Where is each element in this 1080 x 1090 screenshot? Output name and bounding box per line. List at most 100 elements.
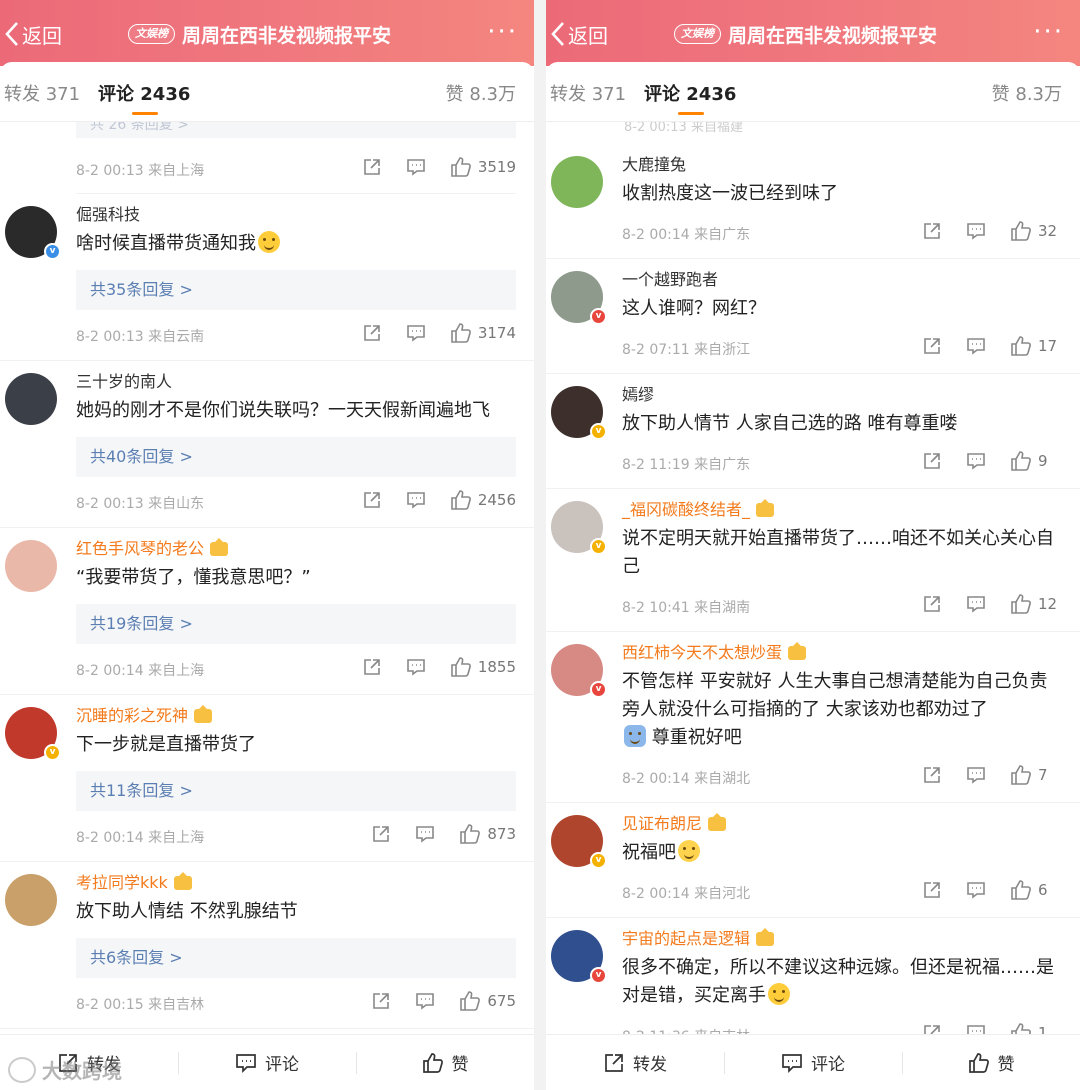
bottom-like-button[interactable]: 赞 [902,1050,1080,1075]
like-button[interactable]: 3174 [450,322,516,344]
back-button[interactable]: 返回 [550,18,608,50]
bottom-comment-button[interactable]: 评论 [724,1050,902,1075]
comment-item[interactable]: v 宇宙的起点是逻辑 很多不确定，所以不建议这种远嫁。但还是祝福……是对是错，买定离… [546,918,1080,1034]
comment-icon[interactable] [966,336,986,356]
username[interactable]: 一个越野跑者 [622,269,1062,291]
comment-icon[interactable] [406,157,426,177]
comment-item[interactable]: v 嫣缪 放下助人情节 人家自己选的路 唯有尊重喽 8-2 11:19 来自广东 9 [546,374,1080,489]
share-icon[interactable] [371,824,391,844]
like-button[interactable]: 7 [1010,764,1062,786]
comment-icon[interactable] [415,824,435,844]
like-button[interactable]: 2456 [450,489,516,511]
comment-icon[interactable] [415,991,435,1011]
avatar[interactable]: v [551,386,607,440]
avatar[interactable]: v [551,644,607,698]
comment-list[interactable]: 8-2 00:13 来自福建 大鹿撞兔 收割热度这一波已经到味了 8-2 00:14… [546,122,1080,1034]
avatar[interactable]: v [551,815,607,869]
comment-icon[interactable] [966,765,986,785]
tab-repost[interactable]: 转发 371 [550,80,626,106]
bottom-repost-button[interactable]: 转发 [546,1050,724,1075]
comment-icon[interactable] [966,594,986,614]
like-button[interactable]: 32 [1010,220,1062,242]
avatar[interactable]: v [551,930,607,984]
view-replies-link[interactable]: 共19条回复 > [76,604,516,644]
comment-item[interactable]: v 西红柿今天不太想炒蛋 不管怎样 平安就好 人生大事自己想清楚能为自己负责旁人就没… [546,632,1080,803]
share-icon[interactable] [922,336,942,356]
comment-icon[interactable] [406,323,426,343]
comment-icon[interactable] [966,880,986,900]
like-button[interactable]: 17 [1010,335,1062,357]
comment-icon[interactable] [406,657,426,677]
like-button[interactable]: 3519 [450,156,516,178]
comment-item[interactable]: v 见证布朗尼 祝福吧 8-2 00:14 来自河北 6 [546,803,1080,918]
back-button[interactable]: 返回 [4,18,62,50]
comment-item[interactable]: 考拉同学kkk 放下助人情结 不然乳腺结节 共6条回复 >8-2 00:15 来自吉… [0,862,534,1029]
avatar[interactable]: v [551,271,607,325]
like-button[interactable]: 1 [1010,1022,1062,1034]
hot-list-tag[interactable]: 文娱榜 [674,24,721,44]
username[interactable]: 宇宙的起点是逻辑 [622,928,1062,950]
avatar[interactable]: v [5,707,61,761]
share-icon[interactable] [922,221,942,241]
comment-item[interactable]: 红色手风琴的老公 “我要带货了，懂我意思吧？” 共19条回复 >8-2 00:14 … [0,528,534,695]
avatar[interactable] [5,874,57,926]
view-replies-link[interactable]: 共35条回复 > [76,270,516,310]
tab-like[interactable]: 赞 8.3万 [446,80,516,106]
comment-item[interactable]: 三十岁的南人 她妈的刚才不是你们说失联吗？一天天假新闻遍地飞 共40条回复 >8-2… [0,361,534,528]
username[interactable]: 红色手风琴的老公 [76,538,516,560]
username[interactable]: 西红柿今天不太想炒蛋 [622,642,1062,664]
bottom-comment-button[interactable]: 评论 [178,1050,356,1075]
username[interactable]: 大鹿撞兔 [622,154,1062,176]
username[interactable]: _福冈碳酸终结者_ [622,499,1062,521]
share-icon[interactable] [362,490,382,510]
username[interactable]: 嫣缪 [622,384,1062,406]
username[interactable]: 三十岁的南人 [76,371,516,393]
share-icon[interactable] [922,451,942,471]
avatar[interactable]: v [551,501,607,555]
comment-item[interactable]: v 倔强科技 啥时候直播带货通知我 共35条回复 > 8-2 00:13 来自云南 317… [0,194,534,361]
view-replies-link[interactable]: 共40条回复 > [76,437,516,477]
share-icon[interactable] [371,991,391,1011]
comment-icon[interactable] [406,490,426,510]
avatar[interactable] [5,373,57,425]
comment-item[interactable]: v 沉睡的彩之死神 下一步就是直播带货了 共11条回复 >8-2 00:14 来自上海… [0,695,534,862]
like-button[interactable]: 9 [1010,450,1062,472]
username[interactable]: 考拉同学kkk [76,872,516,894]
comment-item[interactable]: 大鹿撞兔 收割热度这一波已经到味了 8-2 00:14 来自广东 32 [546,144,1080,259]
username[interactable]: 见证布朗尼 [622,813,1062,835]
view-replies-link[interactable]: 共11条回复 > [76,771,516,811]
comment-item[interactable]: v 一个越野跑者 这人谁啊？网红？ 8-2 07:11 来自浙江 17 [546,259,1080,374]
like-button[interactable]: 6 [1010,879,1062,901]
comment-icon[interactable] [966,451,986,471]
username[interactable]: 倔强科技 [76,204,516,226]
tab-comment[interactable]: 评论 2436 [644,80,736,115]
share-icon[interactable] [362,157,382,177]
share-icon[interactable] [362,657,382,677]
tab-comment[interactable]: 评论 2436 [98,80,190,115]
comment-item[interactable]: v _福冈碳酸终结者_ 说不定明天就开始直播带货了……咱还不如关心关心自己 8-2 1… [546,489,1080,632]
share-icon[interactable] [362,323,382,343]
comment-icon[interactable] [966,221,986,241]
share-icon[interactable] [922,765,942,785]
username[interactable]: 沉睡的彩之死神 [76,705,516,727]
avatar[interactable]: v [5,206,61,260]
tab-repost[interactable]: 转发 371 [4,80,80,106]
avatar[interactable] [551,156,603,208]
partial-reply-link[interactable]: 共 26 条回复 > [76,122,516,138]
like-button[interactable]: 675 [459,990,516,1012]
share-icon[interactable] [922,594,942,614]
like-button[interactable]: 12 [1010,593,1062,615]
comment-icon[interactable] [966,1023,986,1034]
like-button[interactable]: 1855 [450,656,516,678]
tab-like[interactable]: 赞 8.3万 [992,80,1062,106]
share-icon[interactable] [922,1023,942,1034]
bottom-like-button[interactable]: 赞 [356,1050,534,1075]
hot-list-tag[interactable]: 文娱榜 [128,24,175,44]
like-button[interactable]: 873 [459,823,516,845]
more-menu-button[interactable]: ··· [487,19,518,45]
view-replies-link[interactable]: 共6条回复 > [76,938,516,978]
comment-list[interactable]: 共 26 条回复 > 8-2 00:13 来自上海 3519 v 倔强科技 啥时候直… [0,122,534,1034]
share-icon[interactable] [922,880,942,900]
more-menu-button[interactable]: ··· [1033,19,1064,45]
avatar[interactable] [5,540,57,592]
